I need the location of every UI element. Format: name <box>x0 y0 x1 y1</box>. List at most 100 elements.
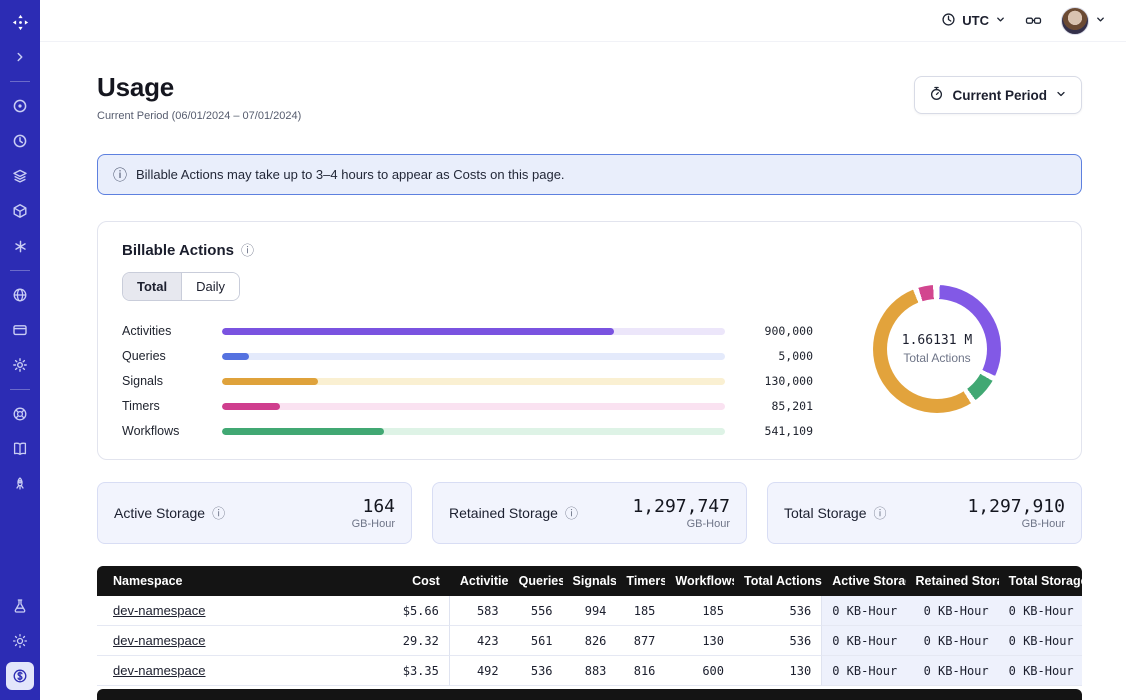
namespace-cell: dev-namespace <box>97 626 381 656</box>
table-cell: 556 <box>509 596 563 626</box>
getting-started-rocket-icon[interactable] <box>6 470 34 498</box>
page-title: Usage <box>97 72 301 103</box>
main-content: Usage Current Period (06/01/2024 – 07/01… <box>40 42 1126 700</box>
table-header-workflows: Workflows <box>665 566 734 596</box>
table-cell: 423 <box>450 626 509 656</box>
clock-icon <box>941 12 956 30</box>
info-icon: ⓘ <box>113 168 127 182</box>
bar-row: Timers85,201 <box>122 398 813 414</box>
sidebar-divider <box>10 81 30 82</box>
table-header-signals: Signals <box>563 566 617 596</box>
namespaces-icon[interactable] <box>6 92 34 120</box>
table-cell: 600 <box>665 656 734 686</box>
billable-actions-card: Billable Actions ⓘ Total Daily Activitie… <box>97 221 1082 460</box>
billable-actions-tabs: Total Daily <box>122 272 240 301</box>
next-table-header-partial <box>97 689 1082 700</box>
table-cell: 492 <box>450 656 509 686</box>
bar-fill <box>222 328 614 335</box>
table-header-active-storage: Active Storage <box>822 566 905 596</box>
globe-icon[interactable] <box>6 281 34 309</box>
donut-chart: 1.66131 M Total Actions <box>873 285 1001 413</box>
table-cell: 994 <box>563 596 617 626</box>
bar-fill <box>222 403 280 410</box>
table-cell: $3.35 <box>381 656 450 686</box>
active-storage-label: Active Storage <box>114 505 205 521</box>
table-cell: 0 KB-Hour <box>999 656 1082 686</box>
storage-cards: Active Storage ⓘ 164 GB-Hour Retained St… <box>97 482 1082 544</box>
timezone-label: UTC <box>962 13 989 28</box>
docs-book-icon[interactable] <box>6 435 34 463</box>
table-row: dev-namespace29.324235618268771305360 KB… <box>97 626 1082 656</box>
goggles-icon[interactable] <box>1024 13 1043 29</box>
donut-chart-area: 1.66131 M Total Actions <box>817 259 1057 439</box>
page-header: Usage Current Period (06/01/2024 – 07/01… <box>97 72 1082 122</box>
billable-actions-title: Billable Actions <box>122 242 234 259</box>
sidebar-divider <box>10 270 30 271</box>
info-icon[interactable]: ⓘ <box>212 507 225 520</box>
table-cell: 536 <box>734 596 822 626</box>
namespace-link[interactable]: dev-namespace <box>113 663 206 678</box>
namespace-link[interactable]: dev-namespace <box>113 603 206 618</box>
tab-daily[interactable]: Daily <box>181 273 239 300</box>
bar-track <box>222 428 725 435</box>
table-cell: $5.66 <box>381 596 450 626</box>
timezone-menu[interactable]: UTC <box>941 12 1006 30</box>
topbar: UTC <box>40 0 1126 42</box>
bar-value: 5,000 <box>739 349 813 363</box>
table-header-timers: Timers <box>616 566 665 596</box>
bar-value: 130,000 <box>739 374 813 388</box>
bar-label: Queries <box>122 349 208 363</box>
table-header-cost: Cost <box>381 566 450 596</box>
table-cell: 130 <box>665 626 734 656</box>
history-clock-icon[interactable] <box>6 127 34 155</box>
table-cell: 536 <box>734 626 822 656</box>
bar-label: Workflows <box>122 424 208 438</box>
table-header-total-storage: Total Storage <box>999 566 1082 596</box>
namespace-cell: dev-namespace <box>97 656 381 686</box>
user-menu[interactable] <box>1061 7 1106 35</box>
retained-storage-label: Retained Storage <box>449 505 558 521</box>
table-header-retained-storage: Retained Storage <box>906 566 999 596</box>
active-storage-unit: GB-Hour <box>352 518 395 530</box>
info-banner-text: Billable Actions may take up to 3–4 hour… <box>136 167 565 182</box>
deployments-cube-icon[interactable] <box>6 197 34 225</box>
bar-chart: Activities900,000 Queries 5,000 Signals 130,… <box>122 323 817 439</box>
layers-icon[interactable] <box>6 162 34 190</box>
temporal-logo-icon[interactable] <box>6 8 34 36</box>
theme-sun-icon[interactable] <box>6 627 34 655</box>
total-storage-value: 1,297,910 <box>967 496 1065 517</box>
bar-value: 85,201 <box>739 399 813 413</box>
support-lifebuoy-icon[interactable] <box>6 400 34 428</box>
table-cell: 0 KB-Hour <box>822 626 905 656</box>
table-row: dev-namespace$5.665835569941851855360 KB… <box>97 596 1082 626</box>
chevron-down-icon <box>1055 88 1067 103</box>
period-selector-button[interactable]: Current Period <box>914 76 1082 114</box>
collapse-chevron-icon[interactable] <box>6 43 34 71</box>
settings-gear-icon[interactable] <box>6 351 34 379</box>
info-icon[interactable]: ⓘ <box>565 507 578 520</box>
bar-fill <box>222 428 384 435</box>
usage-dollar-icon[interactable] <box>6 662 34 690</box>
billing-card-icon[interactable] <box>6 316 34 344</box>
namespace-link[interactable]: dev-namespace <box>113 633 206 648</box>
table-header-queries: Queries <box>509 566 563 596</box>
bar-label: Signals <box>122 374 208 388</box>
total-storage-unit: GB-Hour <box>1022 518 1065 530</box>
bar-row: Signals 130,000 <box>122 373 813 389</box>
table-cell: 816 <box>616 656 665 686</box>
table-cell: 0 KB-Hour <box>822 656 905 686</box>
bar-row: Workflows541,109 <box>122 423 813 439</box>
table-cell: 0 KB-Hour <box>999 596 1082 626</box>
bar-row: Activities900,000 <box>122 323 813 339</box>
info-banner: ⓘ Billable Actions may take up to 3–4 ho… <box>97 154 1082 195</box>
info-icon[interactable]: ⓘ <box>874 507 887 520</box>
table-header-namespace: Namespace <box>97 566 381 596</box>
info-icon[interactable]: ⓘ <box>241 244 254 257</box>
bar-track <box>222 378 725 385</box>
tab-total[interactable]: Total <box>123 273 181 300</box>
table-cell: 877 <box>616 626 665 656</box>
table-cell: 185 <box>616 596 665 626</box>
table-cell: 0 KB-Hour <box>906 656 999 686</box>
labs-flask-icon[interactable] <box>6 592 34 620</box>
nexus-asterisk-icon[interactable] <box>6 232 34 260</box>
